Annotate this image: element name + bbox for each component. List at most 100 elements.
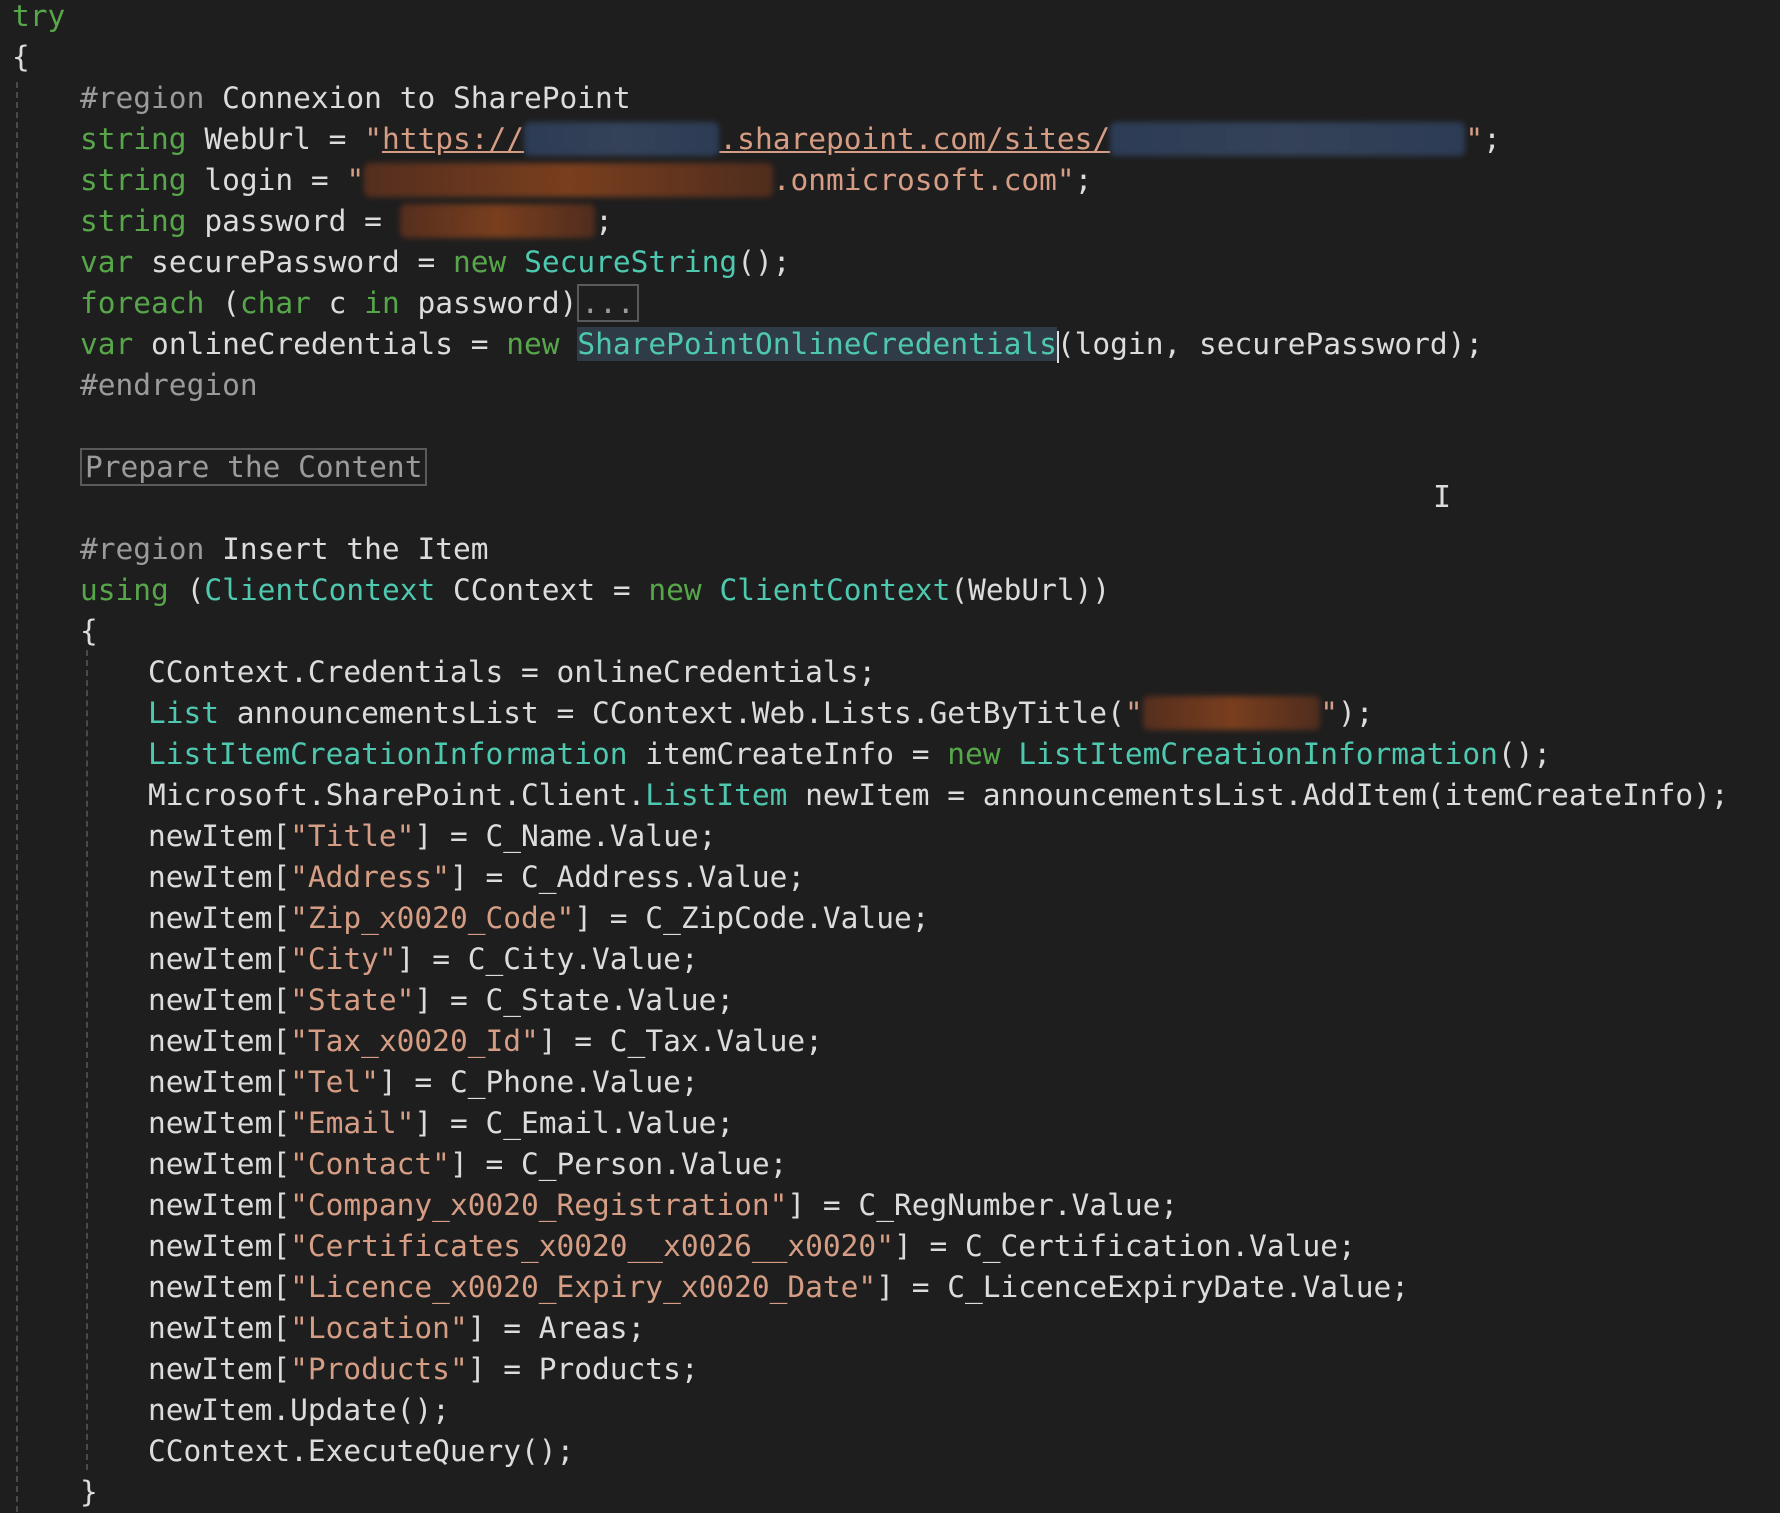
code-token: ] = C_Certification.Value; [893, 1229, 1356, 1263]
code-line-executequery[interactable]: CContext.ExecuteQuery(); [148, 1431, 574, 1472]
code-line-announcementslist[interactable]: List announcementsList = CContext.Web.Li… [148, 693, 1374, 734]
code-token: newItem[ [148, 860, 291, 894]
code-token: string [80, 122, 187, 156]
redacted-text: xxxxxxxxxx [1142, 696, 1321, 730]
code-line-weburl[interactable]: string WebUrl = "https://xxxxxxxxxxx.sha… [80, 119, 1501, 160]
code-line-collapsed-region[interactable]: Prepare the Content [80, 447, 428, 488]
code-token: "Products" [290, 1352, 468, 1386]
code-token: " [1124, 696, 1143, 730]
code-token: CContext.ExecuteQuery(); [148, 1434, 575, 1468]
code-token: newItem = announcementsList.AddItem(item… [787, 778, 1729, 812]
code-line-open-brace-inner[interactable]: { [80, 611, 98, 652]
code-line-field-certificates[interactable]: newItem["Certificates_x0020__x0026__x002… [148, 1226, 1356, 1267]
code-token: c [310, 286, 365, 320]
code-token: " [1320, 696, 1338, 730]
code-line-field-address[interactable]: newItem["Address"] = C_Address.Value; [148, 857, 805, 898]
code-token: newItem[ [148, 1024, 291, 1058]
code-line-field-contact[interactable]: newItem["Contact"] = C_Person.Value; [148, 1144, 787, 1185]
code-token: securePassword = [133, 245, 453, 279]
code-token: WebUrl = [186, 122, 365, 156]
code-token: ] = C_Name.Value; [414, 819, 717, 853]
code-line-onlinecredentials[interactable]: var onlineCredentials = new SharePointOn… [80, 324, 1483, 365]
code-token: "Company_x0020_Registration" [290, 1188, 788, 1222]
code-line-field-zip[interactable]: newItem["Zip_x0020_Code"] = C_ZipCode.Va… [148, 898, 929, 939]
code-token: new [506, 327, 560, 361]
code-line-field-title[interactable]: newItem["Title"] = C_Name.Value; [148, 816, 716, 857]
code-token: new [947, 737, 1001, 771]
code-token: newItem.Update(); [148, 1393, 450, 1427]
code-line-field-location[interactable]: newItem["Location"] = Areas; [148, 1308, 645, 1349]
code-line-field-tel[interactable]: newItem["Tel"] = C_Phone.Value; [148, 1062, 699, 1103]
code-line-try[interactable]: try [12, 0, 65, 37]
code-line-field-email[interactable]: newItem["Email"] = C_Email.Value; [148, 1103, 734, 1144]
code-line-credentials[interactable]: CContext.Credentials = onlineCredentials… [148, 652, 876, 693]
indent-guide-inner [86, 650, 88, 1470]
code-token: itemCreateInfo = [627, 737, 948, 771]
code-line-field-company[interactable]: newItem["Company_x0020_Registration"] = … [148, 1185, 1178, 1226]
code-line-newitem-declare[interactable]: Microsoft.SharePoint.Client.ListItem new… [148, 775, 1729, 816]
code-line-itemcreateinfo[interactable]: ListItemCreationInformation itemCreateIn… [148, 734, 1551, 775]
code-editor[interactable]: try{#region Connexion to SharePoint strin… [0, 0, 1780, 1512]
code-token: "Email" [290, 1106, 415, 1140]
code-line-securepassword[interactable]: var securePassword = new SecureString(); [80, 242, 791, 283]
code-token: onlineCredentials = [133, 327, 507, 361]
code-line-login[interactable]: string login = "xxxxxxxxxxxxxxxxxxxxxxx.… [80, 160, 1092, 201]
code-line-region-insert[interactable]: #region Insert the Item [80, 529, 489, 570]
code-line-field-tax[interactable]: newItem["Tax_x0020_Id"] = C_Tax.Value; [148, 1021, 823, 1062]
code-line-using[interactable]: using (ClientContext CContext = new Clie… [80, 570, 1110, 611]
collapsed-region-button[interactable]: Prepare the Content [80, 448, 428, 486]
code-token: SecureString [524, 245, 738, 279]
code-token: (login, securePassword); [1056, 327, 1484, 361]
code-line-open-brace-outer[interactable]: { [12, 37, 30, 78]
code-token: "Tax_x0020_Id" [290, 1024, 539, 1058]
code-line-field-state[interactable]: newItem["State"] = C_State.Value; [148, 980, 734, 1021]
code-line-close-brace-inner[interactable]: } [80, 1472, 98, 1513]
redacted-text: xxxxxxxxxxxxxxxxxxxx [1110, 122, 1466, 156]
code-line-field-city[interactable]: newItem["City"] = C_City.Value; [148, 939, 699, 980]
code-token: "Tel" [290, 1065, 379, 1099]
code-token: password = [186, 204, 400, 238]
code-token: newItem[ [148, 1065, 291, 1099]
code-token: Insert the Item [204, 532, 489, 566]
code-token: new [648, 573, 702, 607]
mouse-text-cursor-icon: I [1433, 480, 1452, 515]
code-token: ; [595, 204, 613, 238]
code-line-update[interactable]: newItem.Update(); [148, 1390, 450, 1431]
code-token: newItem[ [148, 942, 291, 976]
code-token: ] = C_Email.Value; [414, 1106, 735, 1140]
code-token: " [346, 163, 365, 197]
code-token: CContext = [435, 573, 649, 607]
code-line-endregion[interactable]: #endregion [80, 365, 258, 406]
code-token: "Title" [290, 819, 415, 853]
code-line-region-connexion[interactable]: #region Connexion to SharePoint [80, 78, 631, 119]
code-token: in [364, 286, 400, 320]
code-token: ); [1337, 696, 1374, 730]
code-token: #endregion [80, 368, 258, 402]
code-token: new [453, 245, 507, 279]
code-token: newItem[ [148, 1270, 291, 1304]
code-token: ( [168, 573, 205, 607]
redacted-text: xxxxxxxxxxxxxxxxxxxxxxx [364, 163, 773, 197]
code-token: "Certificates_x0020__x0026__x0020" [290, 1229, 894, 1263]
code-line-field-licence[interactable]: newItem["Licence_x0020_Expiry_x0020_Date… [148, 1267, 1409, 1308]
code-token: using [80, 573, 169, 607]
code-token: try [12, 0, 66, 33]
code-token: (WebUrl)) [950, 573, 1111, 607]
code-token: Connexion to SharePoint [204, 81, 631, 115]
code-line-password[interactable]: string password = xxxxxxxxxxx; [80, 201, 613, 242]
code-token: announcementsList = CContext.Web.Lists.G… [219, 696, 1125, 730]
code-line-field-products[interactable]: newItem["Products"] = Products; [148, 1349, 699, 1390]
code-token: ListItemCreationInformation [1018, 737, 1498, 771]
code-token: #region [80, 81, 205, 115]
code-token: newItem[ [148, 1229, 291, 1263]
code-line-foreach[interactable]: foreach (char c in password)... [80, 283, 639, 324]
code-token: " [364, 122, 382, 156]
code-token: ( [204, 286, 240, 320]
code-token: CContext.Credentials = onlineCredentials… [148, 655, 877, 689]
collapsed-region-button[interactable]: ... [577, 284, 639, 322]
code-token: .onmicrosoft.com" [772, 163, 1075, 197]
code-token: password) [399, 286, 578, 320]
code-token: login = [186, 163, 347, 197]
